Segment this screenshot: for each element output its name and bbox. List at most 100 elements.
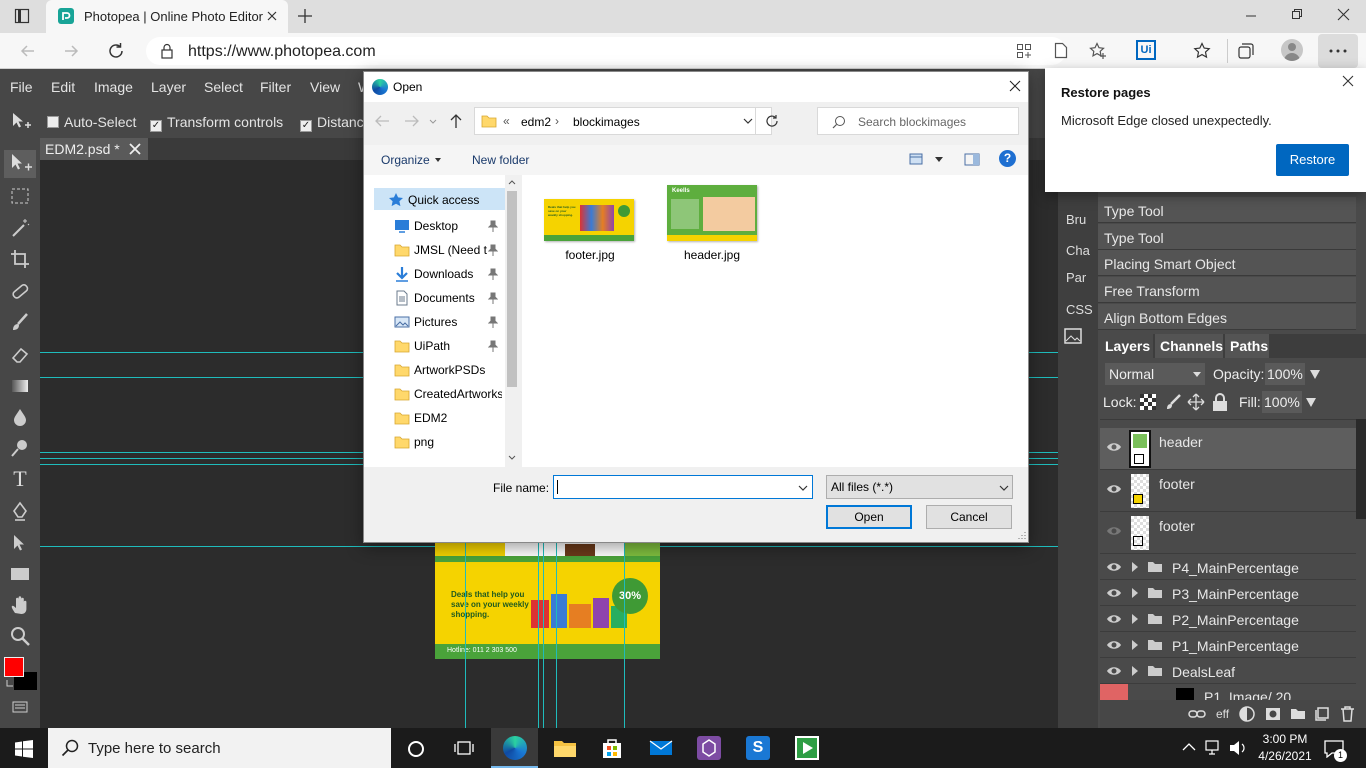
layer-row-footer[interactable]: footer — [1100, 470, 1356, 512]
lock-position-icon[interactable] — [1187, 393, 1205, 411]
history-item[interactable]: Free Transform — [1098, 277, 1356, 303]
history-item[interactable]: Align Bottom Edges — [1098, 304, 1356, 330]
scroll-up-icon[interactable] — [508, 179, 516, 185]
link-layers-icon[interactable] — [1188, 708, 1206, 720]
crop-tool-icon[interactable] — [9, 248, 31, 270]
distances-checkbox[interactable]: ✓ Distanc — [300, 114, 364, 132]
apps-icon[interactable] — [1016, 43, 1032, 59]
magic-wand-icon[interactable] — [9, 217, 31, 239]
show-hidden-icons-icon[interactable] — [1182, 742, 1196, 752]
file-name[interactable]: footer.jpg — [542, 248, 638, 262]
pin-icon[interactable] — [488, 340, 498, 352]
brush-tool-icon[interactable] — [9, 311, 31, 333]
quick-mask-icon[interactable] — [9, 696, 31, 718]
eye-hidden-icon[interactable] — [1106, 525, 1122, 537]
expand-arrow-icon[interactable] — [1131, 639, 1139, 651]
organize-button[interactable]: Organize — [381, 153, 430, 167]
tab-paths[interactable]: Paths — [1225, 334, 1269, 358]
nav-item-edm2[interactable]: EDM2 — [394, 407, 504, 429]
marquee-tool-icon[interactable] — [9, 185, 31, 207]
network-icon[interactable] — [1205, 740, 1223, 756]
help-icon[interactable]: ? — [999, 150, 1016, 167]
restore-window-icon[interactable] — [1291, 8, 1303, 20]
recent-locations-icon[interactable] — [429, 119, 437, 125]
expand-arrow-icon[interactable] — [1131, 561, 1139, 573]
nav-item-uipath[interactable]: UiPath — [394, 335, 504, 357]
collections-icon[interactable] — [1237, 42, 1255, 60]
path-dropdown-icon[interactable] — [743, 118, 753, 125]
cortana-icon[interactable] — [407, 740, 425, 758]
dialog-forward-icon[interactable] — [404, 114, 420, 128]
expand-arrow-icon[interactable] — [1131, 613, 1139, 625]
task-view-icon[interactable] — [454, 739, 474, 757]
nav-scrollbar[interactable] — [505, 175, 519, 467]
path-bar[interactable]: « edm2 › blockimages — [474, 107, 778, 135]
nav-item-downloads[interactable]: Downloads — [394, 263, 504, 285]
new-group-icon[interactable] — [1290, 707, 1306, 720]
pin-icon[interactable] — [488, 220, 498, 232]
menu-view[interactable]: View — [310, 79, 340, 95]
eraser-tool-icon[interactable] — [9, 343, 31, 365]
layer-group-row[interactable]: P2_MainPercentage — [1100, 606, 1356, 632]
fill-slider-icon[interactable] — [1306, 398, 1316, 407]
auto-select-box[interactable] — [47, 116, 59, 128]
layer-effects-button[interactable]: eff — [1216, 707, 1229, 721]
opacity-input[interactable]: 100% — [1265, 363, 1305, 385]
swap-colors-icon[interactable] — [6, 679, 14, 687]
lock-all-icon[interactable] — [1211, 392, 1229, 412]
forward-icon[interactable] — [63, 43, 79, 59]
pin-icon[interactable] — [488, 316, 498, 328]
taskbar-search-box[interactable]: Type here to search — [48, 728, 391, 768]
move-tool-active[interactable] — [4, 150, 36, 178]
nav-scroll-thumb[interactable] — [507, 191, 517, 387]
url-text[interactable]: https://www.photopea.com — [188, 43, 376, 61]
uipath-assistant-icon[interactable] — [697, 736, 721, 760]
menu-image[interactable]: Image — [94, 79, 133, 95]
pin-icon[interactable] — [488, 292, 498, 304]
tab-channels[interactable]: Channels — [1155, 334, 1223, 358]
path-segment-blockimages[interactable]: blockimages — [573, 115, 640, 129]
uipath-studio-icon[interactable]: S — [746, 736, 770, 760]
clock-date[interactable]: 4/26/2021 — [1255, 749, 1315, 763]
scroll-down-icon[interactable] — [508, 455, 516, 461]
layer-name[interactable]: footer — [1159, 518, 1195, 534]
file-type-dropdown-icon[interactable] — [999, 485, 1009, 492]
lock-pixels-icon[interactable] — [1164, 393, 1182, 411]
layer-name[interactable]: header — [1159, 434, 1203, 450]
favorites-icon[interactable] — [1193, 42, 1211, 60]
document-tab-title[interactable]: EDM2.psd * — [45, 141, 120, 157]
auto-select-checkbox[interactable]: Auto-Select — [47, 114, 136, 130]
dialog-refresh-icon[interactable] — [765, 114, 779, 128]
new-folder-button[interactable]: New folder — [472, 153, 529, 167]
checkmark-icon[interactable]: ✓ — [150, 120, 162, 132]
nav-item-desktop[interactable]: Desktop — [394, 215, 504, 237]
healing-brush-icon[interactable] — [9, 280, 31, 302]
menu-filter[interactable]: Filter — [260, 79, 291, 95]
search-box[interactable]: Search blockimages — [817, 107, 1019, 135]
layer-group-row[interactable]: P1_MainPercentage — [1100, 632, 1356, 658]
file-explorer-icon[interactable] — [553, 738, 577, 758]
css-panel-tab[interactable]: CSS — [1066, 302, 1093, 317]
layer-mask-icon[interactable] — [1265, 707, 1281, 721]
up-folder-icon[interactable] — [449, 113, 463, 129]
cancel-button[interactable]: Cancel — [926, 505, 1012, 529]
pin-icon[interactable] — [488, 268, 498, 280]
popup-close-icon[interactable] — [1342, 75, 1354, 87]
paragraph-panel-tab[interactable]: Par — [1066, 270, 1086, 285]
path-segment-edm2[interactable]: edm2 — [521, 115, 551, 129]
menu-file[interactable]: File — [10, 79, 33, 95]
layers-scrollbar[interactable] — [1356, 419, 1366, 519]
history-item[interactable]: Placing Smart Object — [1098, 250, 1356, 276]
nav-item-pictures[interactable]: Pictures — [394, 311, 504, 333]
new-tab-icon[interactable] — [297, 8, 313, 24]
layer-row-footer-hidden[interactable]: footer — [1100, 512, 1356, 554]
expand-arrow-icon[interactable] — [1131, 665, 1139, 677]
menu-layer[interactable]: Layer — [151, 79, 186, 95]
dodge-tool-icon[interactable] — [9, 437, 31, 459]
profile-avatar[interactable] — [1281, 39, 1303, 61]
type-tool-icon[interactable]: T — [9, 468, 31, 490]
uipath-extension-icon[interactable]: Ui — [1136, 40, 1156, 60]
menu-select[interactable]: Select — [204, 79, 243, 95]
refresh-icon[interactable] — [107, 42, 125, 60]
dialog-back-icon[interactable] — [374, 114, 390, 128]
